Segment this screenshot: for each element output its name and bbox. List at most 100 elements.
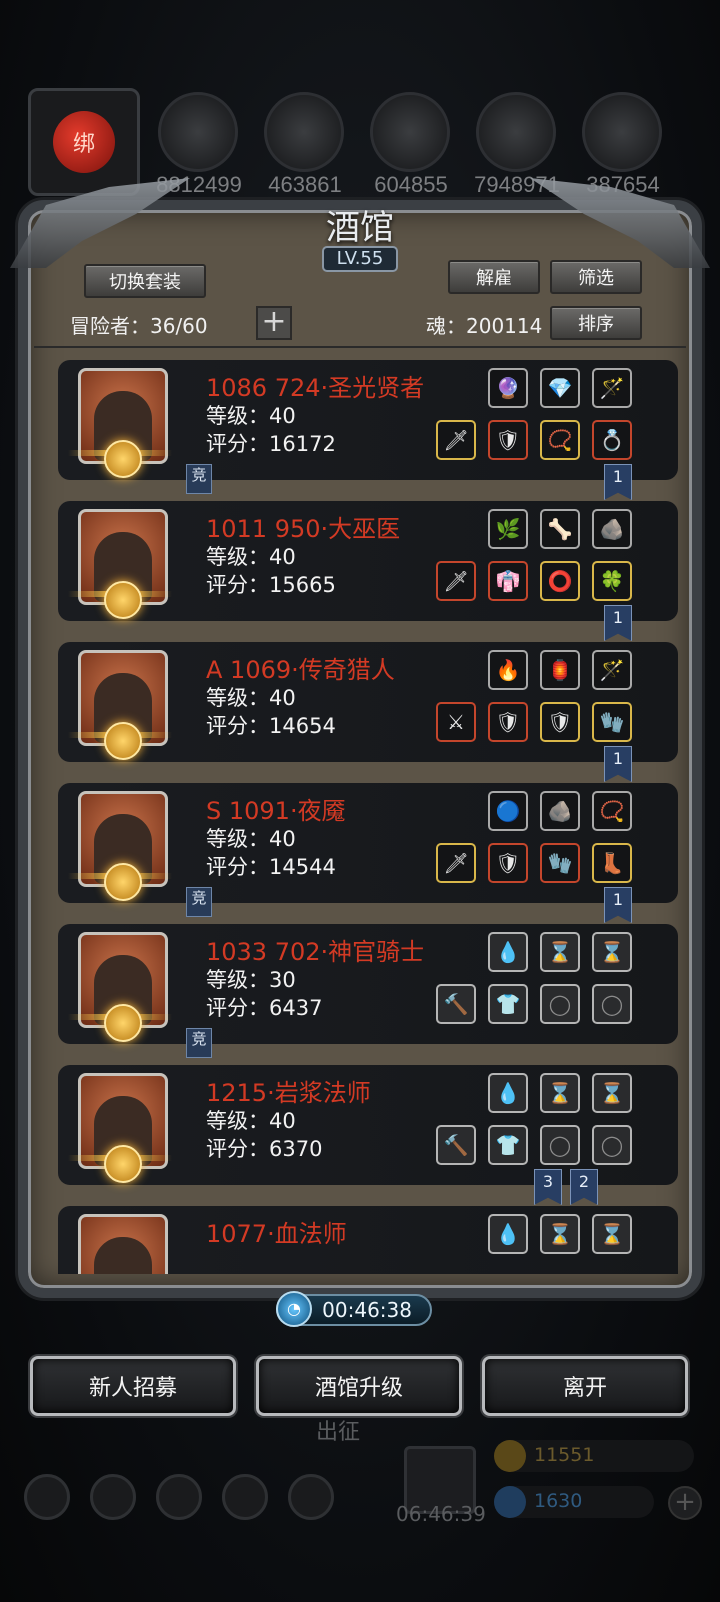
hero-name: S 1091·夜魇 (206, 797, 346, 825)
hero-level: 等级：40 (206, 545, 296, 569)
empty-hourglass-slot-icon[interactable]: ⌛ (540, 1214, 580, 1254)
pipe-icon[interactable]: 🪄 (592, 650, 632, 690)
gem-violet-icon[interactable]: 💎 (540, 368, 580, 408)
robe-icon[interactable]: 👘 (488, 561, 528, 601)
settings-icon (24, 1474, 70, 1520)
gold-value: 11551 (534, 1444, 595, 1466)
empty-hourglass-slot-icon[interactable]: ⌛ (540, 1073, 580, 1113)
dialog-title: 酒馆 (326, 208, 394, 248)
resource-icon-5 (582, 92, 662, 172)
arena-tag: 竞 (186, 464, 212, 494)
hero-list[interactable]: 1086 724·圣光贤者 等级：40 评分：16172 🔮 💎 🪄 🗡 🛡 📿… (30, 352, 690, 1274)
add-currency-button: + (668, 1486, 702, 1520)
team-ribbon: 1 (604, 464, 632, 500)
fire-orb-icon[interactable]: 🔥 (488, 650, 528, 690)
hero-name: 1215·岩浆法师 (206, 1079, 371, 1107)
star-rank-icon (104, 440, 142, 478)
empty-armor-slot-icon[interactable]: 👕 (488, 984, 528, 1024)
hero-card[interactable]: 1086 724·圣光贤者 等级：40 评分：16172 🔮 💎 🪄 🗡 🛡 📿… (58, 360, 678, 480)
recruit-button[interactable]: 新人招募 (30, 1356, 236, 1416)
bone-staff-icon[interactable]: 🦴 (540, 509, 580, 549)
header-divider (34, 346, 686, 348)
hero-name: 1086 724·圣光贤者 (206, 374, 425, 402)
team-ribbon: 1 (604, 746, 632, 782)
hero-card[interactable]: S 1091·夜魇 等级：40 评分：14544 🔵 🪨 📿 🗡 🛡 🧤 👢 (58, 783, 678, 903)
empty-weapon-slot-icon[interactable]: 🔨 (436, 984, 476, 1024)
empty-hourglass-slot-icon[interactable]: ⌛ (592, 1214, 632, 1254)
player-avatar[interactable]: 绑 (28, 88, 140, 196)
totem-icon[interactable]: 🌿 (488, 509, 528, 549)
shield-icon[interactable]: 🛡 (540, 702, 580, 742)
hero-card[interactable]: 1011 950·大巫医 等级：40 评分：15665 🌿 🦴 🪨 🗡 👘 ⭕ … (58, 501, 678, 621)
sword-icon[interactable]: ⚔ (436, 702, 476, 742)
gauntlet-icon[interactable]: 🧤 (592, 702, 632, 742)
gold-coin-icon (494, 1440, 526, 1472)
gem-counter: 1630 (494, 1486, 654, 1518)
dagger-icon[interactable]: 🗡 (436, 843, 476, 883)
empty-ring-slot-icon[interactable]: ◯ (592, 984, 632, 1024)
hero-card[interactable]: A 1069·传奇猎人 等级：40 评分：14654 🔥 🏮 🪄 ⚔ 🛡 🛡 🧤 (58, 642, 678, 762)
leave-button[interactable]: 离开 (482, 1356, 688, 1416)
menu-icon-3 (156, 1474, 202, 1520)
empty-hourglass-slot-icon[interactable]: ⌛ (592, 1073, 632, 1113)
bracer-icon[interactable]: 🧤 (540, 843, 580, 883)
star-rank-icon (104, 1145, 142, 1183)
team-ribbon: 3 (534, 1169, 562, 1205)
hero-card[interactable]: 1033 702·神官骑士 等级：30 评分：6437 💧 ⌛ ⌛ 🔨 👕 ◯ … (58, 924, 678, 1044)
stone-icon[interactable]: 🪨 (540, 791, 580, 831)
empty-armor-slot-icon[interactable]: 👕 (488, 1125, 528, 1165)
hero-card[interactable]: 1077·血法师 💧 ⌛ ⌛ (58, 1206, 678, 1274)
sort-button[interactable]: 排序 (550, 306, 642, 340)
gem-purple-icon[interactable]: 🔮 (488, 368, 528, 408)
hero-name: A 1069·传奇猎人 (206, 656, 395, 684)
gold-counter: 11551 (494, 1440, 694, 1472)
switch-set-button[interactable]: 切换套装 (84, 264, 206, 298)
hero-level: 等级：40 (206, 827, 296, 851)
star-rank-icon (104, 1004, 142, 1042)
hero-score: 评分：16172 (206, 432, 336, 456)
empty-ring-slot-icon[interactable]: ◯ (592, 1125, 632, 1165)
boots-icon[interactable]: 👢 (592, 843, 632, 883)
gift-timer: 06:46:39 (396, 1502, 486, 1526)
hero-name: 1077·血法师 (206, 1220, 347, 1248)
empty-drop-slot-icon[interactable]: 💧 (488, 932, 528, 972)
team-ribbon: 1 (604, 605, 632, 641)
stone-icon[interactable]: 🪨 (592, 509, 632, 549)
bracelet-icon[interactable]: ⭕ (540, 561, 580, 601)
bound-seal-icon: 绑 (53, 111, 115, 173)
spear-icon[interactable]: 🗡 (436, 561, 476, 601)
empty-hourglass-slot-icon[interactable]: ⌛ (540, 932, 580, 972)
empty-ring-slot-icon[interactable]: ◯ (540, 984, 580, 1024)
pipe-icon[interactable]: 🪄 (592, 368, 632, 408)
gem-icon (494, 1486, 526, 1518)
team-ribbon: 1 (604, 887, 632, 923)
clock-icon: ◔ (276, 1291, 312, 1327)
menu-icon-5 (288, 1474, 334, 1520)
star-rank-icon (104, 581, 142, 619)
hero-score: 评分：6370 (206, 1137, 323, 1161)
armor-icon[interactable]: 🛡 (488, 420, 528, 460)
staff-icon[interactable]: 🗡 (436, 420, 476, 460)
amulet-icon[interactable]: 📿 (540, 420, 580, 460)
empty-hourglass-slot-icon[interactable]: ⌛ (592, 932, 632, 972)
hero-card[interactable]: 1215·岩浆法师 等级：40 评分：6370 💧 ⌛ ⌛ 🔨 👕 ◯ ◯ (58, 1065, 678, 1185)
filter-button[interactable]: 筛选 (550, 260, 642, 294)
armor-icon[interactable]: 🛡 (488, 843, 528, 883)
ring-icon[interactable]: 💍 (592, 420, 632, 460)
blue-orb-icon[interactable]: 🔵 (488, 791, 528, 831)
upgrade-tavern-button[interactable]: 酒馆升级 (256, 1356, 462, 1416)
empty-drop-slot-icon[interactable]: 💧 (488, 1214, 528, 1254)
expand-slots-button[interactable]: + (256, 306, 292, 340)
dismiss-button[interactable]: 解雇 (448, 260, 540, 294)
pendant-icon[interactable]: 📿 (592, 791, 632, 831)
lantern-icon[interactable]: 🏮 (540, 650, 580, 690)
soul-count: 魂：200114 (426, 314, 543, 338)
chest-armor-icon[interactable]: 🛡 (488, 702, 528, 742)
empty-ring-slot-icon[interactable]: ◯ (540, 1125, 580, 1165)
star-rank-icon (104, 863, 142, 901)
emerald-icon[interactable]: 🍀 (592, 561, 632, 601)
empty-drop-slot-icon[interactable]: 💧 (488, 1073, 528, 1113)
empty-weapon-slot-icon[interactable]: 🔨 (436, 1125, 476, 1165)
hero-score: 评分：14544 (206, 855, 336, 879)
star-rank-icon (104, 722, 142, 760)
